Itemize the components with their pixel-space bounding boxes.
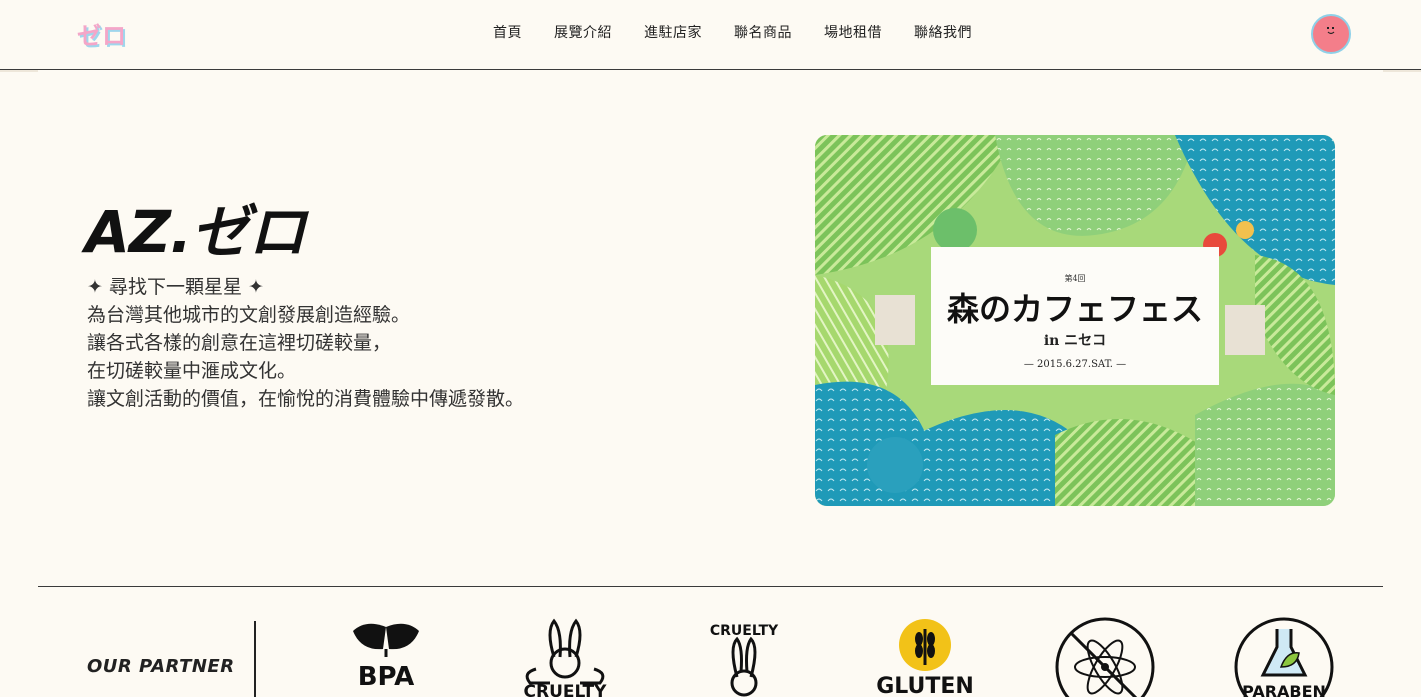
partner-logo-gluten-free[interactable]: GLUTEN [870,617,980,697]
svg-text:PARABEN: PARABEN [1242,682,1326,697]
hero-line: 讓文創活動的價值，在愉悅的消費體驗中傳遞發散。 [87,388,525,410]
nav-exhibition[interactable]: 展覽介紹 [554,22,612,44]
user-avatar[interactable] [1311,14,1351,54]
site-header: ゼロ 首頁 展覽介紹 進駐店家 聯名商品 場地租借 聯絡我們 [0,0,1421,70]
site-logo[interactable]: ゼロ [77,18,127,50]
hero-description: ✦ 尋找下一顆星星 ✦ 為台灣其他城市的文創發展創造經驗。 讓各式各樣的創意在這… [87,273,524,413]
partner-logo-cruelty-free-stamp[interactable]: CRUELTY [689,617,799,697]
header-edge [1383,70,1421,72]
nav-contact[interactable]: 聯絡我們 [914,22,972,44]
hero-line: 為台灣其他城市的文創發展創造經驗。 [87,304,411,326]
partner-logo-cruelty-free-bunny[interactable]: CRUELTY [510,617,620,697]
section-divider [38,586,1383,587]
poster-label-small: 第4回 [1064,273,1085,283]
avatar-face-icon [1327,27,1335,35]
partner-logo-paraben-free[interactable]: PARABEN [1229,617,1339,697]
svg-text:CRUELTY: CRUELTY [710,623,779,639]
partner-logo-bpa-free[interactable]: BPA [331,617,441,697]
poster-subtitle: in ニセコ [1044,333,1106,349]
hero-line: 讓各式各樣的創意在這裡切磋較量， [87,332,392,354]
wheat-icon: GLUTEN [876,619,974,697]
main-nav: 首頁 展覽介紹 進駐店家 聯名商品 場地租借 聯絡我們 [493,22,1004,44]
cruelty-stamp-icon: CRUELTY [710,623,779,697]
nav-venue-rental[interactable]: 場地租借 [824,22,882,44]
hero-poster-image: 第4回 森のカフェフェス in ニセコ — 2015.6.27.SAT. — [815,135,1335,506]
hero-title: AZ.ゼロ [85,198,306,266]
nav-collab-products[interactable]: 聯名商品 [734,22,792,44]
flask-leaf-icon: PARABEN [1234,617,1334,697]
partner-logo-no-chemicals[interactable] [1050,617,1160,697]
bpa-free-icon: BPA [353,623,419,692]
svg-text:CRUELTY: CRUELTY [524,682,608,697]
svg-text:BPA: BPA [358,662,415,692]
logo-text: ゼロ [77,21,127,50]
hero-line: 在切磋較量中滙成文化。 [87,360,297,382]
header-edge [0,70,38,72]
partner-divider [254,621,256,697]
poster-title: 森のカフェフェス [947,290,1203,328]
bunny-icon: CRUELTY [524,618,608,697]
poster-date: — 2015.6.27.SAT. — [1024,359,1126,370]
partner-section-title: OUR PARTNER [87,656,235,677]
svg-text:GLUTEN: GLUTEN [876,674,974,697]
no-atom-icon [1055,617,1155,697]
nav-stores[interactable]: 進駐店家 [644,22,702,44]
hero-line: ✦ 尋找下一顆星星 ✦ [87,276,264,298]
nav-home[interactable]: 首頁 [493,22,522,44]
